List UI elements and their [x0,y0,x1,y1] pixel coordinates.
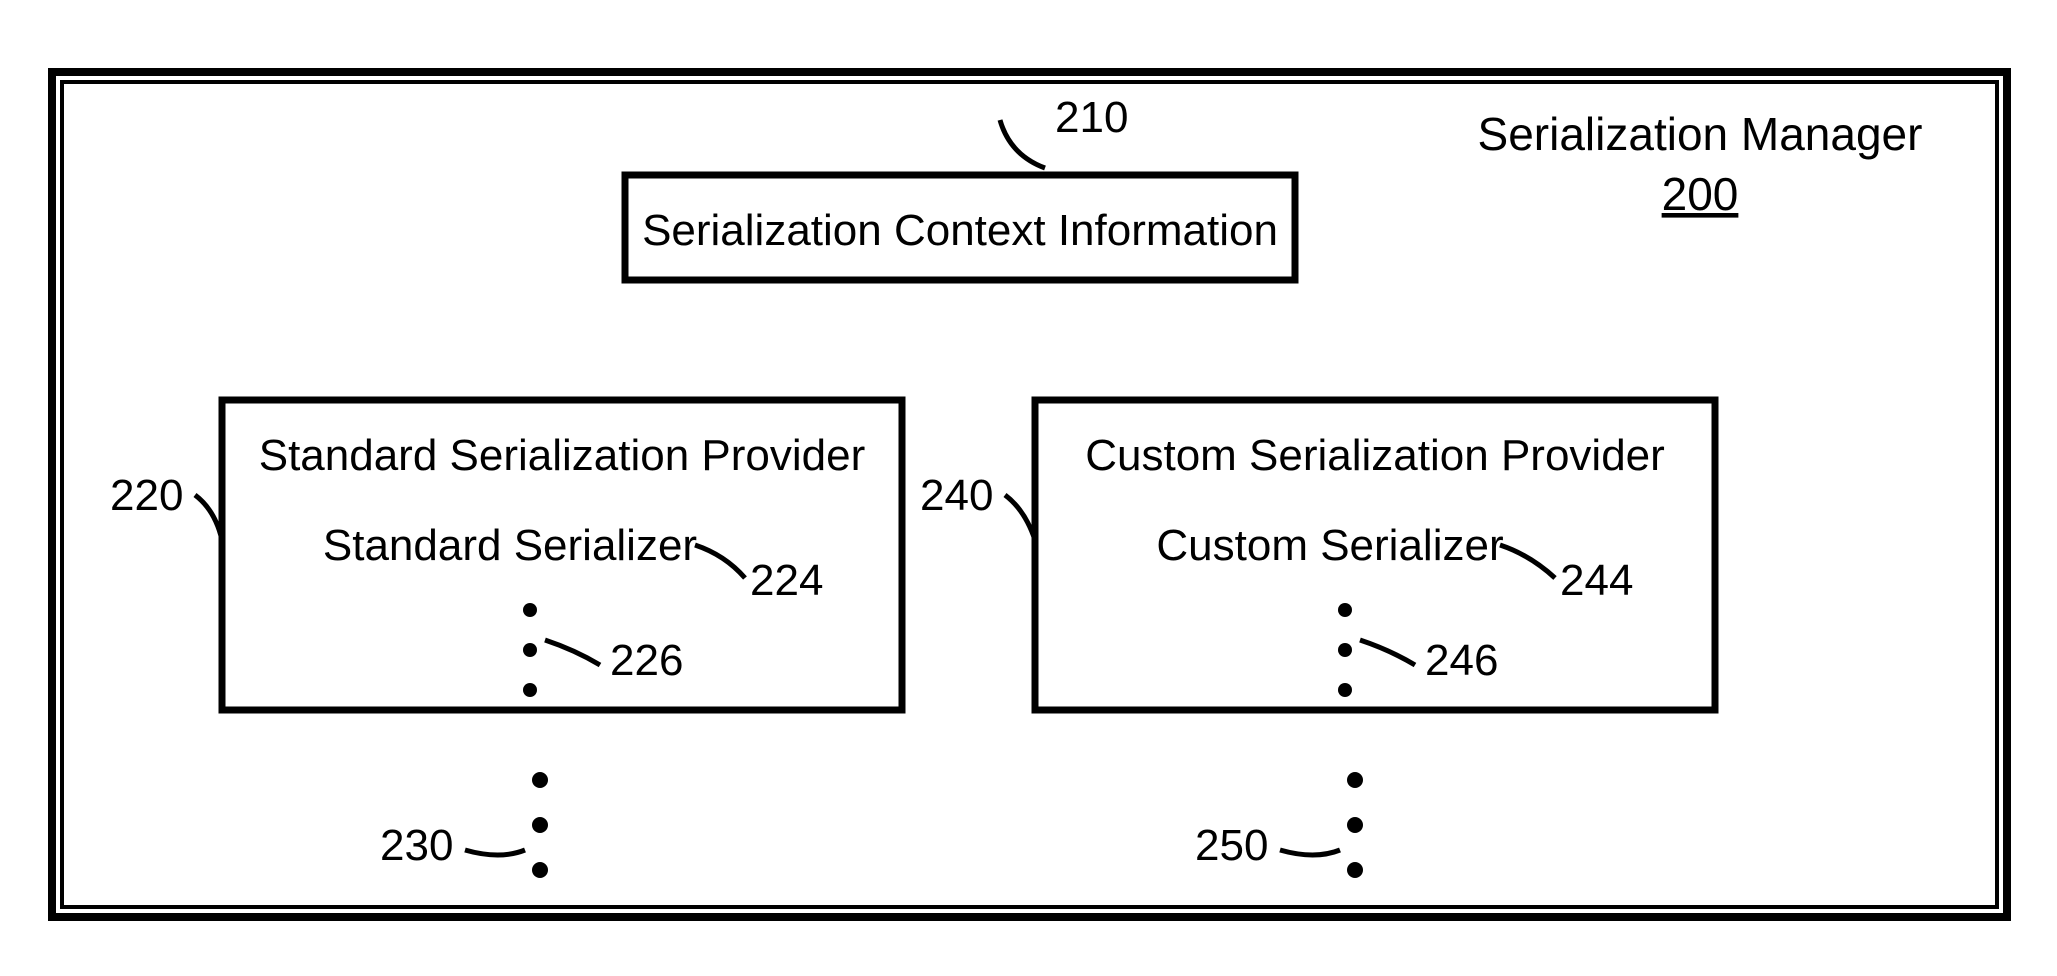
standard-inner-dot [523,603,537,617]
standard-inner-dots-ref: 226 [610,636,683,685]
custom-serializer-ref: 244 [1560,556,1633,605]
custom-provider-title: Custom Serialization Provider [1085,431,1665,480]
custom-outer-dot [1347,862,1363,878]
custom-inner-dot [1338,603,1352,617]
custom-inner-dots-ref: 246 [1425,636,1498,685]
standard-inner-dot [523,683,537,697]
custom-inner-dot [1338,643,1352,657]
context-label: Serialization Context Information [642,206,1278,255]
standard-inner-dot [523,643,537,657]
serialization-manager-title: Serialization Manager [1478,108,1923,160]
custom-outer-dot [1347,817,1363,833]
custom-outer-dots-ref: 250 [1195,821,1268,870]
standard-serializer-label: Standard Serializer [323,521,697,570]
standard-serializer-ref: 224 [750,556,823,605]
custom-provider-ref: 240 [920,471,993,520]
custom-serializer-label: Custom Serializer [1156,521,1503,570]
standard-outer-dot [532,817,548,833]
standard-provider-ref: 220 [110,471,183,520]
standard-outer-dots-ref: 230 [380,821,453,870]
custom-inner-dot [1338,683,1352,697]
context-ref: 210 [1055,93,1128,142]
standard-provider-title: Standard Serialization Provider [259,431,866,480]
custom-outer-dot [1347,772,1363,788]
standard-outer-dot [532,772,548,788]
standard-outer-dot [532,862,548,878]
serialization-manager-ref: 200 [1662,168,1739,220]
